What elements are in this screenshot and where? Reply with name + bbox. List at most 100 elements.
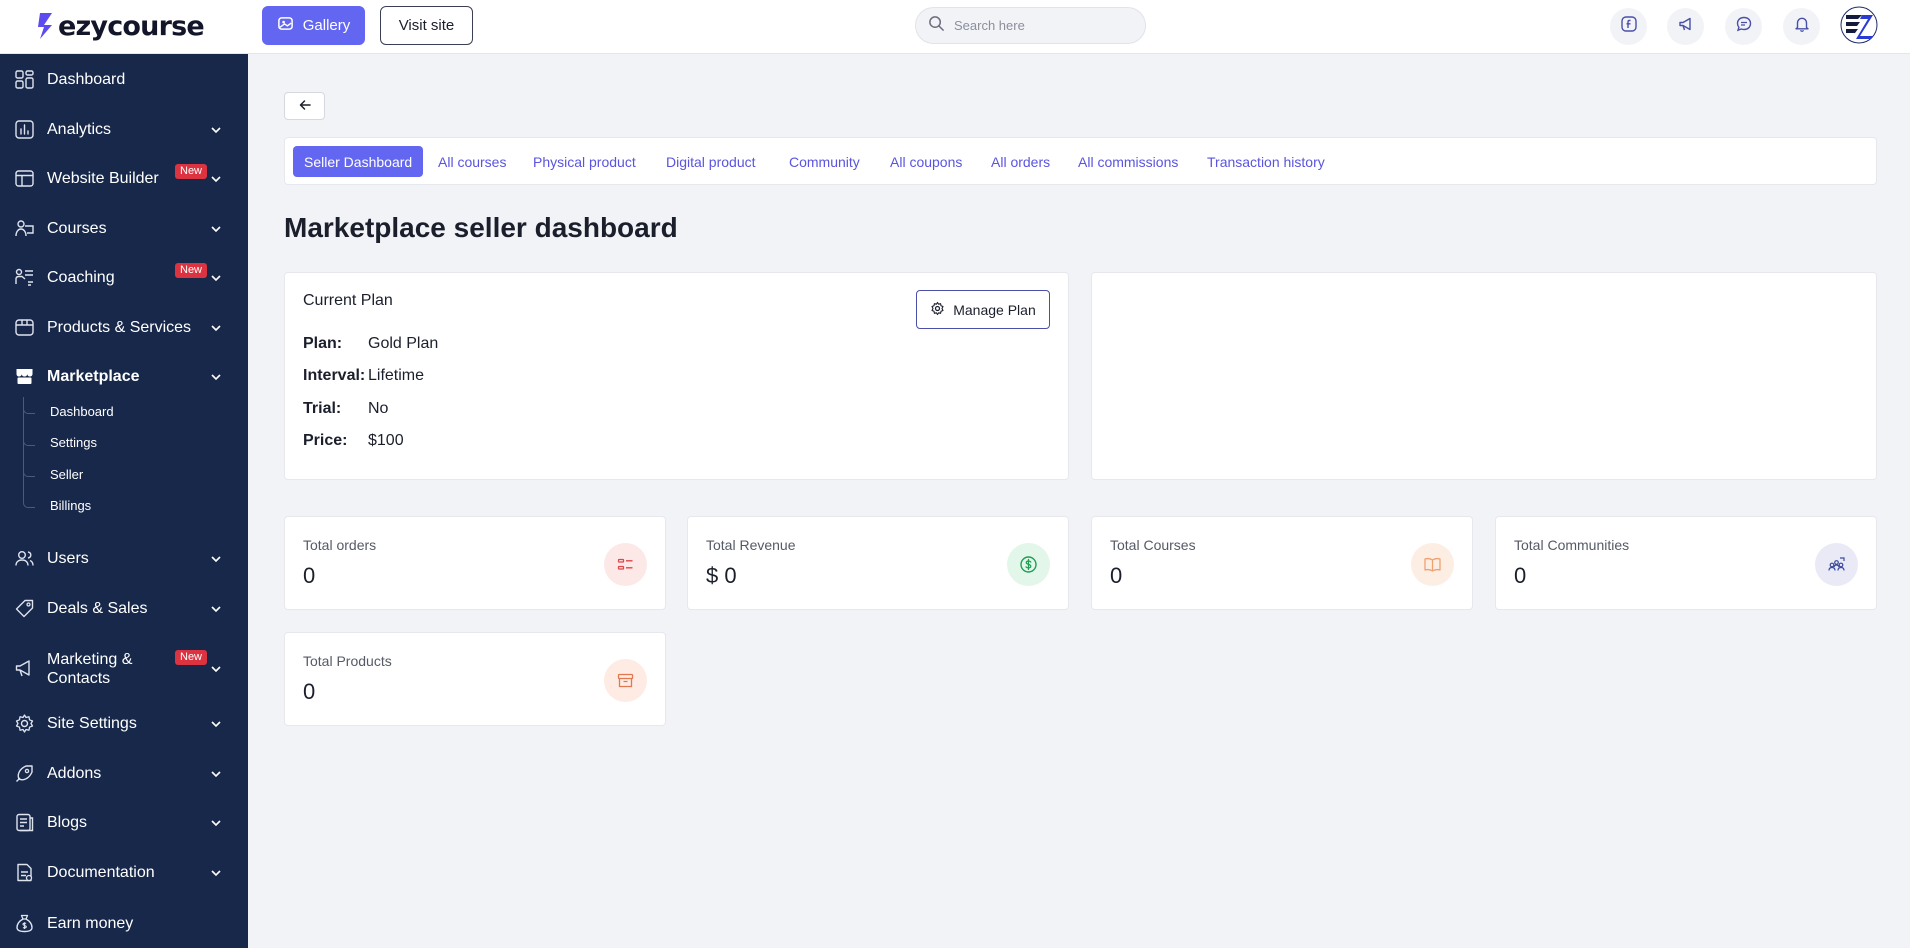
blogs-icon (14, 812, 35, 833)
stat-value: 0 (1110, 563, 1123, 588)
submenu-item-dashboard[interactable]: Dashboard (50, 404, 114, 419)
sidebar-item-dashboard[interactable]: Dashboard (0, 62, 248, 96)
sidebar-item-earn-money[interactable]: Earn money (0, 906, 248, 940)
tab-digital-product[interactable]: Digital product (666, 146, 756, 177)
tab-all-coupons[interactable]: All coupons (890, 146, 962, 177)
sidebar-item-label: Site Settings (47, 715, 137, 732)
sidebar-item-label: Addons (47, 765, 102, 782)
back-button[interactable] (284, 92, 325, 120)
interval-row: Interval: Lifetime (303, 367, 424, 385)
megaphone-icon (1677, 15, 1695, 38)
tab-community[interactable]: Community (789, 146, 860, 177)
plan-row: Plan: Gold Plan (303, 335, 438, 353)
sidebar-item-label-line1: Marketing & (47, 651, 133, 668)
arrow-left-icon (298, 98, 312, 115)
interval-key: Interval: (303, 367, 366, 384)
sidebar-item-label: Users (47, 550, 89, 567)
plan-value: Gold Plan (368, 335, 439, 352)
tab-all-commissions[interactable]: All commissions (1078, 146, 1178, 177)
sidebar-item-marketplace[interactable]: Marketplace (0, 359, 248, 393)
gallery-icon (277, 15, 294, 36)
sidebar-item-label-line2: Contacts (47, 670, 111, 687)
chevron-down-icon (209, 866, 223, 880)
plan-key: Plan: (303, 335, 343, 352)
visit-site-button[interactable]: Visit site (380, 6, 473, 45)
gallery-button[interactable]: Gallery (262, 6, 365, 45)
sidebar-item-deals-sales[interactable]: Deals & Sales (0, 591, 248, 625)
gear-icon (930, 301, 945, 319)
chevron-down-icon (209, 602, 223, 616)
chevron-down-icon (209, 552, 223, 566)
chevron-down-icon (209, 271, 223, 285)
documentation-icon (14, 862, 35, 883)
submenu-item-settings[interactable]: Settings (50, 435, 97, 450)
chevron-down-icon (209, 717, 223, 731)
stat-label: Total orders (303, 537, 377, 553)
brand-name: ezycourse (58, 10, 205, 42)
tab-all-orders[interactable]: All orders (991, 146, 1050, 177)
sidebar-item-addons[interactable]: Addons (0, 756, 248, 790)
sidebar-item-products-services[interactable]: Products & Services (0, 310, 248, 344)
coaching-icon (14, 267, 35, 288)
search-box[interactable] (915, 7, 1146, 44)
sidebar-item-documentation[interactable]: Documentation (0, 855, 248, 889)
logo-mark-icon (36, 11, 54, 41)
announcements-button[interactable] (1667, 8, 1704, 45)
search-icon (928, 15, 945, 37)
facebook-icon (1620, 15, 1638, 38)
top-bar: ezycourse Gallery Visit site (0, 0, 1910, 54)
tab-physical-product[interactable]: Physical product (533, 146, 636, 177)
tab-seller-dashboard[interactable]: Seller Dashboard (293, 146, 424, 177)
sidebar-item-label: Deals & Sales (47, 600, 148, 617)
sidebar-item-label: Dashboard (47, 71, 126, 88)
sidebar-item-marketing-contacts[interactable]: Marketing & Contacts New (0, 646, 248, 690)
tab-transaction-history[interactable]: Transaction history (1207, 146, 1325, 177)
trial-row: Trial: No (303, 400, 388, 418)
search-input[interactable] (954, 18, 1134, 33)
manage-plan-label: Manage Plan (953, 301, 1036, 318)
submenu-item-billings[interactable]: Billings (50, 498, 91, 513)
users-icon (14, 548, 35, 569)
sidebar-item-label: Coaching (47, 269, 115, 286)
sidebar-item-coaching[interactable]: Coaching New (0, 260, 248, 294)
sidebar-item-website-builder[interactable]: Website Builder New (0, 161, 248, 195)
user-avatar[interactable] (1840, 6, 1878, 44)
brand-logo[interactable]: ezycourse (36, 9, 246, 43)
new-badge: New (175, 650, 208, 665)
chevron-down-icon (209, 370, 223, 384)
sidebar-item-users[interactable]: Users (0, 541, 248, 575)
current-plan-card: Current Plan Plan: Gold Plan Interval: Lif… (284, 272, 1069, 480)
products-icon (14, 317, 35, 338)
website-builder-icon (14, 168, 35, 189)
messages-button[interactable] (1725, 8, 1762, 45)
chevron-down-icon (209, 222, 223, 236)
sidebar-item-analytics[interactable]: Analytics (0, 112, 248, 146)
sidebar-item-label: Marketing & Contacts (47, 650, 132, 688)
trial-value: No (368, 400, 389, 417)
manage-plan-button[interactable]: Manage Plan (916, 290, 1050, 329)
price-key: Price: (303, 432, 348, 449)
stat-card-total-products: Total Products 0 (284, 632, 666, 726)
bell-icon (1793, 15, 1811, 38)
marketplace-icon (14, 366, 35, 387)
analytics-icon (14, 119, 35, 140)
earn-money-icon (14, 913, 35, 934)
book-icon (1411, 543, 1454, 586)
sidebar-item-blogs[interactable]: Blogs (0, 805, 248, 839)
price-value: $100 (368, 432, 404, 449)
chevron-down-icon (209, 321, 223, 335)
tab-all-courses[interactable]: All courses (438, 146, 506, 177)
facebook-button[interactable] (1610, 8, 1647, 45)
submenu-connector (23, 436, 35, 446)
notifications-button[interactable] (1783, 8, 1820, 45)
submenu-item-seller[interactable]: Seller (50, 467, 83, 482)
dollar-icon (1007, 543, 1050, 586)
price-row: Price: $100 (303, 432, 404, 450)
new-badge: New (175, 263, 208, 278)
stat-value: 0 (1514, 563, 1527, 588)
gallery-label: Gallery (302, 17, 351, 34)
site-settings-icon (14, 713, 35, 734)
marketing-icon (14, 658, 35, 679)
sidebar-item-site-settings[interactable]: Site Settings (0, 706, 248, 740)
sidebar-item-courses[interactable]: Courses (0, 211, 248, 245)
